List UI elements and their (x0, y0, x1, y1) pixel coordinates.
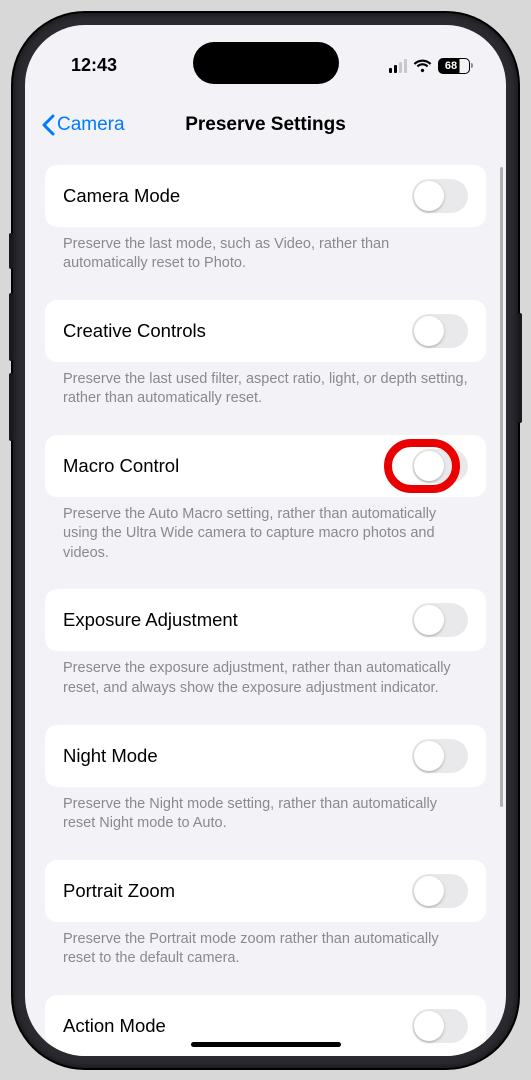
setting-item-creative-controls: Creative Controls Preserve the last used… (45, 300, 486, 423)
chevron-left-icon (41, 114, 55, 136)
back-label: Camera (57, 114, 125, 136)
setting-description: Preserve the exposure adjustment, rather… (45, 651, 486, 712)
setting-label: Camera Mode (63, 185, 180, 207)
setting-row[interactable]: Creative Controls (45, 300, 486, 362)
scroll-indicator[interactable] (500, 167, 503, 807)
nav-bar: Camera Preserve Settings (25, 101, 506, 149)
setting-label: Exposure Adjustment (63, 609, 238, 631)
setting-description: Preserve the Night mode setting, rather … (45, 787, 486, 848)
status-time: 12:43 (71, 55, 117, 76)
cellular-icon (389, 59, 407, 73)
screen: 12:43 68 Camera Preserve Setting (25, 25, 506, 1056)
setting-item-camera-mode: Camera Mode Preserve the last mode, such… (45, 165, 486, 288)
setting-description: Preserve the Portrait mode zoom rather t… (45, 922, 486, 983)
volume-up-button (9, 293, 13, 361)
battery-level: 68 (445, 60, 457, 72)
dynamic-island (193, 42, 339, 84)
toggle-action-mode[interactable] (412, 1009, 468, 1043)
setting-label: Macro Control (63, 455, 179, 477)
toggle-camera-mode[interactable] (412, 179, 468, 213)
side-button (9, 233, 13, 269)
back-button[interactable]: Camera (41, 114, 125, 136)
home-indicator[interactable] (191, 1042, 341, 1047)
setting-description: Preserve the Auto Macro setting, rather … (45, 497, 486, 578)
setting-row[interactable]: Exposure Adjustment (45, 589, 486, 651)
toggle-exposure-adjustment[interactable] (412, 603, 468, 637)
toggle-macro-control[interactable] (412, 449, 468, 483)
toggle-portrait-zoom[interactable] (412, 874, 468, 908)
setting-item-macro-control: Macro Control Preserve the Auto Macro se… (45, 435, 486, 578)
setting-item-night-mode: Night Mode Preserve the Night mode setti… (45, 725, 486, 848)
setting-item-exposure-adjustment: Exposure Adjustment Preserve the exposur… (45, 589, 486, 712)
wifi-icon (413, 59, 432, 73)
settings-list[interactable]: Camera Mode Preserve the last mode, such… (25, 165, 506, 1056)
setting-label: Creative Controls (63, 320, 206, 342)
setting-item-portrait-zoom: Portrait Zoom Preserve the Portrait mode… (45, 860, 486, 983)
setting-row[interactable]: Night Mode (45, 725, 486, 787)
setting-row[interactable]: Camera Mode (45, 165, 486, 227)
setting-label: Portrait Zoom (63, 880, 175, 902)
status-right: 68 (389, 58, 470, 74)
setting-description: Preserve the last used filter, aspect ra… (45, 362, 486, 423)
phone-frame: 12:43 68 Camera Preserve Setting (13, 13, 518, 1068)
setting-row[interactable]: Portrait Zoom (45, 860, 486, 922)
battery-icon: 68 (438, 58, 470, 74)
setting-row[interactable]: Macro Control (45, 435, 486, 497)
volume-down-button (9, 373, 13, 441)
toggle-night-mode[interactable] (412, 739, 468, 773)
setting-description: Preserve the last mode, such as Video, r… (45, 227, 486, 288)
power-button (518, 313, 522, 423)
setting-label: Action Mode (63, 1015, 166, 1037)
toggle-creative-controls[interactable] (412, 314, 468, 348)
setting-label: Night Mode (63, 745, 158, 767)
